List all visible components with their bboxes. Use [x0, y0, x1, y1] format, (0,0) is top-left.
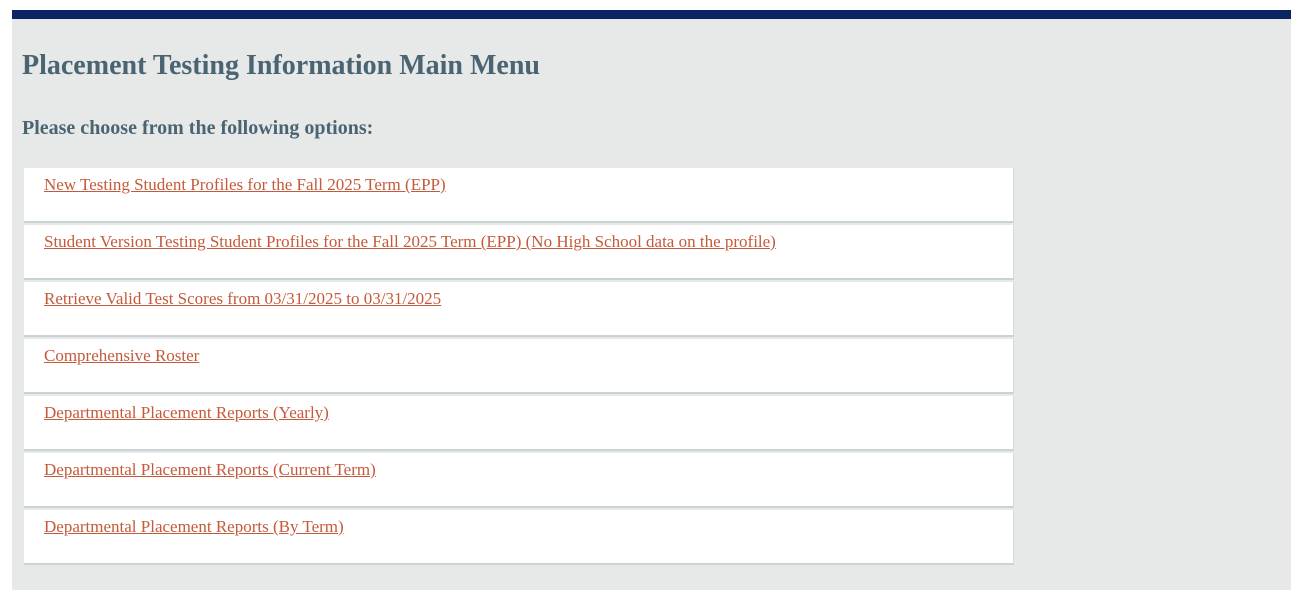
- link-comprehensive-roster[interactable]: Comprehensive Roster: [44, 346, 199, 366]
- menu-item-comprehensive-roster: Comprehensive Roster: [24, 339, 1014, 394]
- options-menu: New Testing Student Profiles for the Fal…: [24, 168, 1014, 567]
- link-valid-test-scores[interactable]: Retrieve Valid Test Scores from 03/31/20…: [44, 289, 441, 309]
- menu-item-new-testing-profiles: New Testing Student Profiles for the Fal…: [24, 168, 1014, 223]
- link-student-version-profiles[interactable]: Student Version Testing Student Profiles…: [44, 232, 776, 252]
- menu-item-valid-test-scores: Retrieve Valid Test Scores from 03/31/20…: [24, 282, 1014, 337]
- page-container: Placement Testing Information Main Menu …: [12, 10, 1291, 590]
- menu-item-placement-yearly: Departmental Placement Reports (Yearly): [24, 396, 1014, 451]
- top-banner-bar: [12, 10, 1291, 19]
- options-prompt: Please choose from the following options…: [22, 117, 374, 139]
- link-new-testing-profiles[interactable]: New Testing Student Profiles for the Fal…: [44, 175, 446, 195]
- menu-item-student-version-profiles: Student Version Testing Student Profiles…: [24, 225, 1014, 280]
- page-title: Placement Testing Information Main Menu: [22, 50, 540, 81]
- link-placement-reports-by-term[interactable]: Departmental Placement Reports (By Term): [44, 517, 344, 537]
- link-placement-reports-yearly[interactable]: Departmental Placement Reports (Yearly): [44, 403, 329, 423]
- menu-item-placement-current-term: Departmental Placement Reports (Current …: [24, 453, 1014, 508]
- link-placement-reports-current-term[interactable]: Departmental Placement Reports (Current …: [44, 460, 376, 480]
- menu-item-placement-by-term: Departmental Placement Reports (By Term): [24, 510, 1014, 565]
